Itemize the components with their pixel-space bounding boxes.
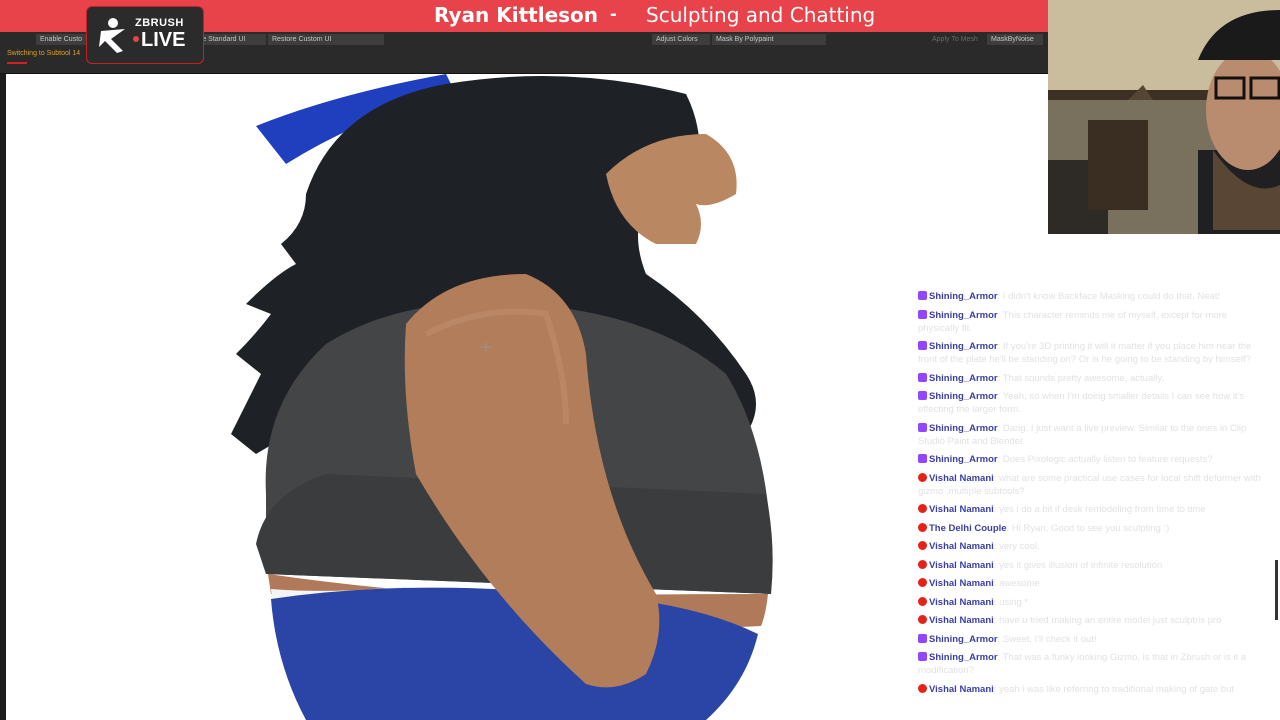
chat-message: Shining_Armor: Dang. I just want a live … bbox=[918, 422, 1270, 448]
chat-message: Vishal Namani: using * bbox=[918, 596, 1270, 609]
chat-text: That sounds pretty awesome, actually. bbox=[1002, 372, 1165, 384]
chat-username[interactable]: Shining_Armor bbox=[929, 634, 998, 645]
chat-text: Sweet, I'll check it out! bbox=[1002, 633, 1097, 645]
chat-message: Shining_Armor: I didn't know Backface Ma… bbox=[918, 290, 1270, 303]
chat-message: Vishal Namani: awesome bbox=[918, 577, 1270, 590]
youtube-icon bbox=[918, 683, 927, 693]
chat-message: Vishal Namani: yeah i was like referring… bbox=[918, 683, 1270, 696]
chat-username[interactable]: The Delhi Couple bbox=[929, 523, 1007, 534]
streamer-name: Ryan Kittleson bbox=[434, 3, 599, 27]
chat-username[interactable]: Shining_Armor bbox=[929, 423, 998, 434]
chat-message: Vishal Namani: yes i do a bit if desk re… bbox=[918, 503, 1270, 516]
chat-username[interactable]: Shining_Armor bbox=[929, 373, 998, 384]
chat-username[interactable]: Vishal Namani bbox=[929, 684, 994, 695]
chat-username[interactable]: Shining_Armor bbox=[929, 291, 998, 302]
chat-message: Vishal Namani: very cool. bbox=[918, 540, 1270, 553]
chat-message: Shining_Armor: That was a funky looking … bbox=[918, 651, 1270, 677]
chat-text: yeah i was like referring to traditional… bbox=[999, 683, 1235, 695]
chat-username[interactable]: Vishal Namani bbox=[929, 504, 994, 515]
stream-frame: Ryan Kittleson - Sculpting and Chatting … bbox=[0, 0, 1280, 720]
chat-scrollbar[interactable] bbox=[1275, 560, 1278, 620]
stream-subtitle: Sculpting and Chatting bbox=[646, 3, 876, 27]
chat-message: Vishal Namani: what are some practical u… bbox=[918, 472, 1270, 498]
chat-message: Shining_Armor: This character reminds me… bbox=[918, 309, 1270, 335]
twitch-icon bbox=[918, 341, 927, 350]
twitch-icon bbox=[918, 372, 927, 382]
logo-dot bbox=[133, 36, 139, 42]
chat-username[interactable]: Shining_Armor bbox=[929, 391, 998, 402]
progress-bar bbox=[7, 62, 27, 64]
chat-text: have u tried making an entire model just… bbox=[999, 615, 1222, 626]
chat-panel: Shining_Armor: I didn't know Backface Ma… bbox=[914, 234, 1280, 720]
mask-by-polypaint-button[interactable]: Mask By Polypaint bbox=[712, 34, 826, 45]
youtube-icon bbox=[918, 578, 927, 587]
chat-message: Shining_Armor: Does Pixologic actually l… bbox=[918, 453, 1270, 466]
zbrush-figure-icon bbox=[99, 18, 125, 53]
youtube-icon bbox=[918, 541, 927, 550]
chat-text: Does Pixologic actually listen to featur… bbox=[1002, 454, 1213, 465]
chat-text: Hi Ryan, Good to see you sculpting :) bbox=[1011, 522, 1170, 534]
chat-message: Shining_Armor: If you're 3D printing it … bbox=[918, 340, 1270, 366]
twitch-icon bbox=[918, 422, 927, 432]
mask-by-noise-button[interactable]: MaskByNoise bbox=[987, 34, 1043, 45]
youtube-icon bbox=[918, 522, 927, 532]
chat-message: Shining_Armor: Yeah, so when I'm doing s… bbox=[918, 390, 1270, 416]
logo-live-text: LIVE bbox=[141, 29, 186, 51]
chat-text: I didn't know Backface Masking could do … bbox=[1002, 291, 1221, 302]
youtube-icon bbox=[918, 504, 927, 513]
twitch-icon bbox=[918, 391, 927, 400]
twitch-icon bbox=[918, 309, 927, 319]
chat-text: awesome bbox=[999, 578, 1040, 589]
zbrush-viewport[interactable] bbox=[0, 74, 1048, 720]
status-message: Switching to Subtool 14 bbox=[7, 50, 81, 57]
chat-username[interactable]: Shining_Armor bbox=[929, 652, 998, 663]
enable-custom-button[interactable]: Enable Custo bbox=[36, 34, 88, 45]
chat-message: Shining_Armor: That sounds pretty awesom… bbox=[918, 372, 1270, 385]
webcam-image bbox=[1048, 0, 1280, 234]
twitch-icon bbox=[918, 291, 927, 300]
chat-username[interactable]: Vishal Namani bbox=[929, 541, 994, 552]
sculpt-model bbox=[231, 74, 773, 720]
chat-text: yes i do a bit if desk remodeling from t… bbox=[999, 504, 1206, 515]
chat-text: very cool. bbox=[999, 541, 1040, 552]
chat-username[interactable]: Vishal Namani bbox=[929, 597, 994, 608]
chat-text: using * bbox=[999, 596, 1029, 608]
youtube-icon bbox=[918, 615, 927, 624]
chat-username[interactable]: Shining_Armor bbox=[929, 310, 998, 321]
chat-message: Shining_Armor: Sweet, I'll check it out! bbox=[918, 633, 1270, 646]
chat-username[interactable]: Shining_Armor bbox=[929, 454, 998, 465]
chat-username[interactable]: Shining_Armor bbox=[929, 341, 998, 352]
apply-to-mesh-button[interactable]: Apply To Mesh bbox=[928, 34, 984, 45]
logo-zbrush-text: ZBRUSH bbox=[135, 17, 184, 29]
chat-username[interactable]: Vishal Namani bbox=[929, 560, 994, 571]
webcam-feed bbox=[1048, 0, 1280, 234]
restore-custom-ui-button[interactable]: Restore Custom UI bbox=[268, 34, 384, 45]
chat-message: Vishal Namani: yes it gives illusion of … bbox=[918, 559, 1270, 572]
chat-message: The Delhi Couple: Hi Ryan, Good to see y… bbox=[918, 522, 1270, 535]
chat-message: Vishal Namani: have u tried making an en… bbox=[918, 614, 1270, 627]
chat-username[interactable]: Vishal Namani bbox=[929, 615, 994, 626]
youtube-icon bbox=[918, 559, 927, 569]
chat-username[interactable]: Vishal Namani bbox=[929, 473, 994, 484]
chat-message-list[interactable]: Shining_Armor: I didn't know Backface Ma… bbox=[918, 290, 1270, 701]
youtube-icon bbox=[918, 472, 927, 482]
twitch-icon bbox=[918, 454, 927, 463]
title-separator: - bbox=[610, 3, 617, 25]
chat-username[interactable]: Vishal Namani bbox=[929, 578, 994, 589]
youtube-icon bbox=[918, 596, 927, 606]
zbrush-live-logo: ZBRUSH LIVE bbox=[86, 6, 204, 64]
twitch-icon bbox=[918, 633, 927, 643]
store-standard-ui-button[interactable]: re Standard UI bbox=[196, 34, 266, 45]
chat-text: yes it gives illusion of infinite resolu… bbox=[999, 559, 1163, 571]
twitch-icon bbox=[918, 652, 927, 661]
adjust-colors-button[interactable]: Adjust Colors bbox=[652, 34, 710, 45]
